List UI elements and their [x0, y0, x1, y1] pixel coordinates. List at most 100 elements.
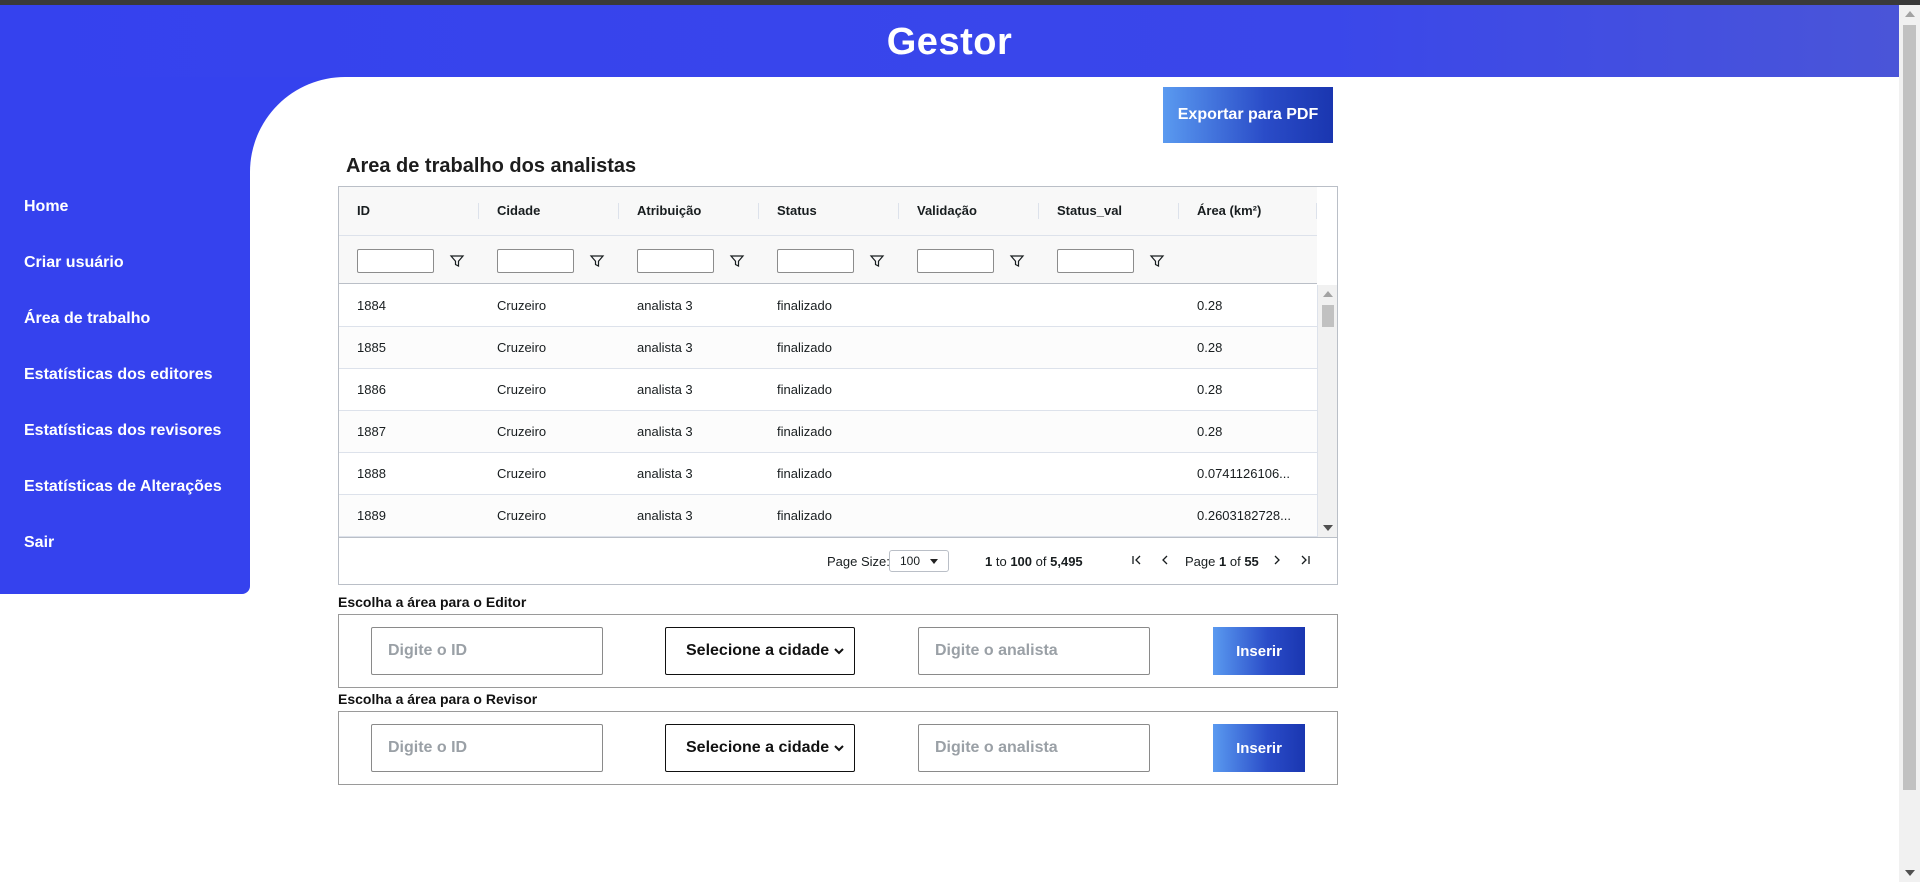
cell-atribuicao: analista 3: [637, 298, 693, 313]
page-total: 55: [1244, 554, 1259, 569]
filter-icon[interactable]: [1149, 253, 1165, 269]
column-header-area[interactable]: Área (km²): [1179, 187, 1317, 235]
sidebar-item-estatisticas-editores[interactable]: Estatísticas dos editores: [24, 365, 222, 421]
filter-input-cidade[interactable]: [497, 249, 574, 273]
filter-icon[interactable]: [869, 253, 885, 269]
cell-status-val: [1039, 495, 1179, 537]
cell-status-val: [1039, 285, 1179, 327]
cell-atribuicao: analista 3: [637, 466, 693, 481]
page-scrollbar[interactable]: [1899, 5, 1920, 882]
filter-input-status-val[interactable]: [1057, 249, 1134, 273]
column-header-status-val[interactable]: Status_val: [1039, 187, 1179, 235]
table-row[interactable]: 1889 Cruzeiro analista 3 finalizado 0.26…: [339, 495, 1317, 537]
column-header-label: Atribuição: [637, 203, 702, 218]
cell-cidade: Cruzeiro: [497, 508, 547, 523]
grid-scrollbar[interactable]: [1317, 285, 1337, 537]
column-header-cidade[interactable]: Cidade: [479, 187, 619, 235]
reviewer-analyst-input[interactable]: Digite o analista: [918, 724, 1150, 772]
cell-status: finalizado: [777, 340, 832, 355]
prev-page-icon[interactable]: [1157, 552, 1173, 568]
sidebar-nav: Home Criar usuário Área de trabalho Esta…: [24, 197, 222, 589]
table-row[interactable]: 1884 Cruzeiro analista 3 finalizado 0.28: [339, 285, 1317, 327]
filter-input-id[interactable]: [357, 249, 434, 273]
sidebar-item-area-de-trabalho[interactable]: Área de trabalho: [24, 309, 222, 365]
sidebar-item-sair[interactable]: Sair: [24, 533, 222, 589]
column-header-id[interactable]: ID: [339, 187, 479, 235]
cell-status: finalizado: [777, 508, 832, 523]
export-pdf-button[interactable]: Exportar para PDF: [1163, 87, 1333, 143]
cell-area: 0.0741126106...: [1197, 466, 1291, 481]
column-header-status[interactable]: Status: [759, 187, 899, 235]
sidebar-item-estatisticas-alteracoes[interactable]: Estatísticas de Alterações: [24, 477, 222, 533]
scroll-up-arrow-icon[interactable]: [1323, 291, 1333, 297]
cell-id: 1889: [357, 508, 386, 523]
reviewer-form: Digite o ID Selecione a cidade Digite o …: [338, 711, 1338, 785]
table-row[interactable]: 1885 Cruzeiro analista 3 finalizado 0.28: [339, 327, 1317, 369]
grid-header: ID Cidade Atribuição Status Validação St…: [339, 187, 1317, 284]
cell-id: 1885: [357, 340, 386, 355]
sidebar-item-estatisticas-revisores[interactable]: Estatísticas dos revisores: [24, 421, 222, 477]
filter-input-atribuicao[interactable]: [637, 249, 714, 273]
cell-validacao: [899, 327, 1039, 369]
scroll-thumb[interactable]: [1322, 305, 1334, 327]
column-header-label: Cidade: [497, 203, 541, 218]
cell-status: finalizado: [777, 424, 832, 439]
first-page-icon[interactable]: [1129, 552, 1145, 568]
filter-icon[interactable]: [729, 253, 745, 269]
column-separator[interactable]: [1316, 203, 1317, 219]
table-row[interactable]: 1887 Cruzeiro analista 3 finalizado 0.28: [339, 411, 1317, 453]
filter-icon[interactable]: [589, 253, 605, 269]
app-header: Gestor: [0, 5, 1899, 77]
reviewer-city-select[interactable]: Selecione a cidade: [665, 724, 855, 772]
data-grid: ID Cidade Atribuição Status Validação St…: [338, 186, 1338, 585]
column-header-atribuicao[interactable]: Atribuição: [619, 187, 759, 235]
page-indicator: Page 1 of 55: [1185, 554, 1259, 569]
editor-city-select[interactable]: Selecione a cidade: [665, 627, 855, 675]
next-page-icon[interactable]: [1269, 552, 1285, 568]
column-header-validacao[interactable]: Validação: [899, 187, 1039, 235]
page-size-select[interactable]: 100: [889, 550, 949, 572]
filter-input-status[interactable]: [777, 249, 854, 273]
scroll-up-arrow-icon[interactable]: [1905, 11, 1915, 17]
cell-area: 0.28: [1197, 298, 1223, 313]
chevron-down-icon: [834, 648, 844, 655]
row-of-word: of: [1035, 554, 1047, 569]
page-size-label: Page Size:: [827, 554, 890, 569]
grid-pagination: Page Size: 100 1 to 100 of 5,495 Page 1 …: [339, 537, 1337, 585]
cell-atribuicao: analista 3: [637, 340, 693, 355]
editor-analyst-input[interactable]: Digite o analista: [918, 627, 1150, 675]
cell-validacao: [899, 369, 1039, 411]
cell-cidade: Cruzeiro: [497, 382, 547, 397]
table-row[interactable]: 1888 Cruzeiro analista 3 finalizado 0.07…: [339, 453, 1317, 495]
header-divider: [339, 235, 1317, 236]
editor-insert-button[interactable]: Inserir: [1213, 627, 1305, 675]
cell-cidade: Cruzeiro: [497, 466, 547, 481]
table-row[interactable]: 1886 Cruzeiro analista 3 finalizado 0.28: [339, 369, 1317, 411]
scroll-down-arrow-icon[interactable]: [1905, 870, 1915, 876]
page-scroll-thumb[interactable]: [1903, 25, 1916, 790]
reviewer-insert-button[interactable]: Inserir: [1213, 724, 1305, 772]
sidebar: Home Criar usuário Área de trabalho Esta…: [0, 77, 250, 594]
row-to: 100: [1010, 554, 1033, 569]
cell-status-val: [1039, 411, 1179, 453]
cell-area: 0.28: [1197, 340, 1223, 355]
filter-icon[interactable]: [449, 253, 465, 269]
cell-area: 0.28: [1197, 382, 1223, 397]
page-title: Area de trabalho dos analistas: [346, 155, 637, 177]
reviewer-section-label: Escolha a área para o Revisor: [338, 691, 538, 707]
sidebar-item-home[interactable]: Home: [24, 197, 222, 253]
filter-input-validacao[interactable]: [917, 249, 994, 273]
row-summary: 1 to 100 of 5,495: [985, 554, 1083, 569]
editor-id-input[interactable]: Digite o ID: [371, 627, 603, 675]
cell-atribuicao: analista 3: [637, 508, 693, 523]
last-page-icon[interactable]: [1297, 552, 1313, 568]
scroll-down-arrow-icon[interactable]: [1323, 525, 1333, 531]
reviewer-id-input[interactable]: Digite o ID: [371, 724, 603, 772]
cell-validacao: [899, 285, 1039, 327]
sidebar-item-criar-usuario[interactable]: Criar usuário: [24, 253, 222, 309]
filter-icon[interactable]: [1009, 253, 1025, 269]
cell-id: 1884: [357, 298, 386, 313]
cell-area: 0.2603182728...: [1197, 508, 1291, 523]
cell-validacao: [899, 495, 1039, 537]
row-total: 5,495: [1050, 554, 1083, 569]
